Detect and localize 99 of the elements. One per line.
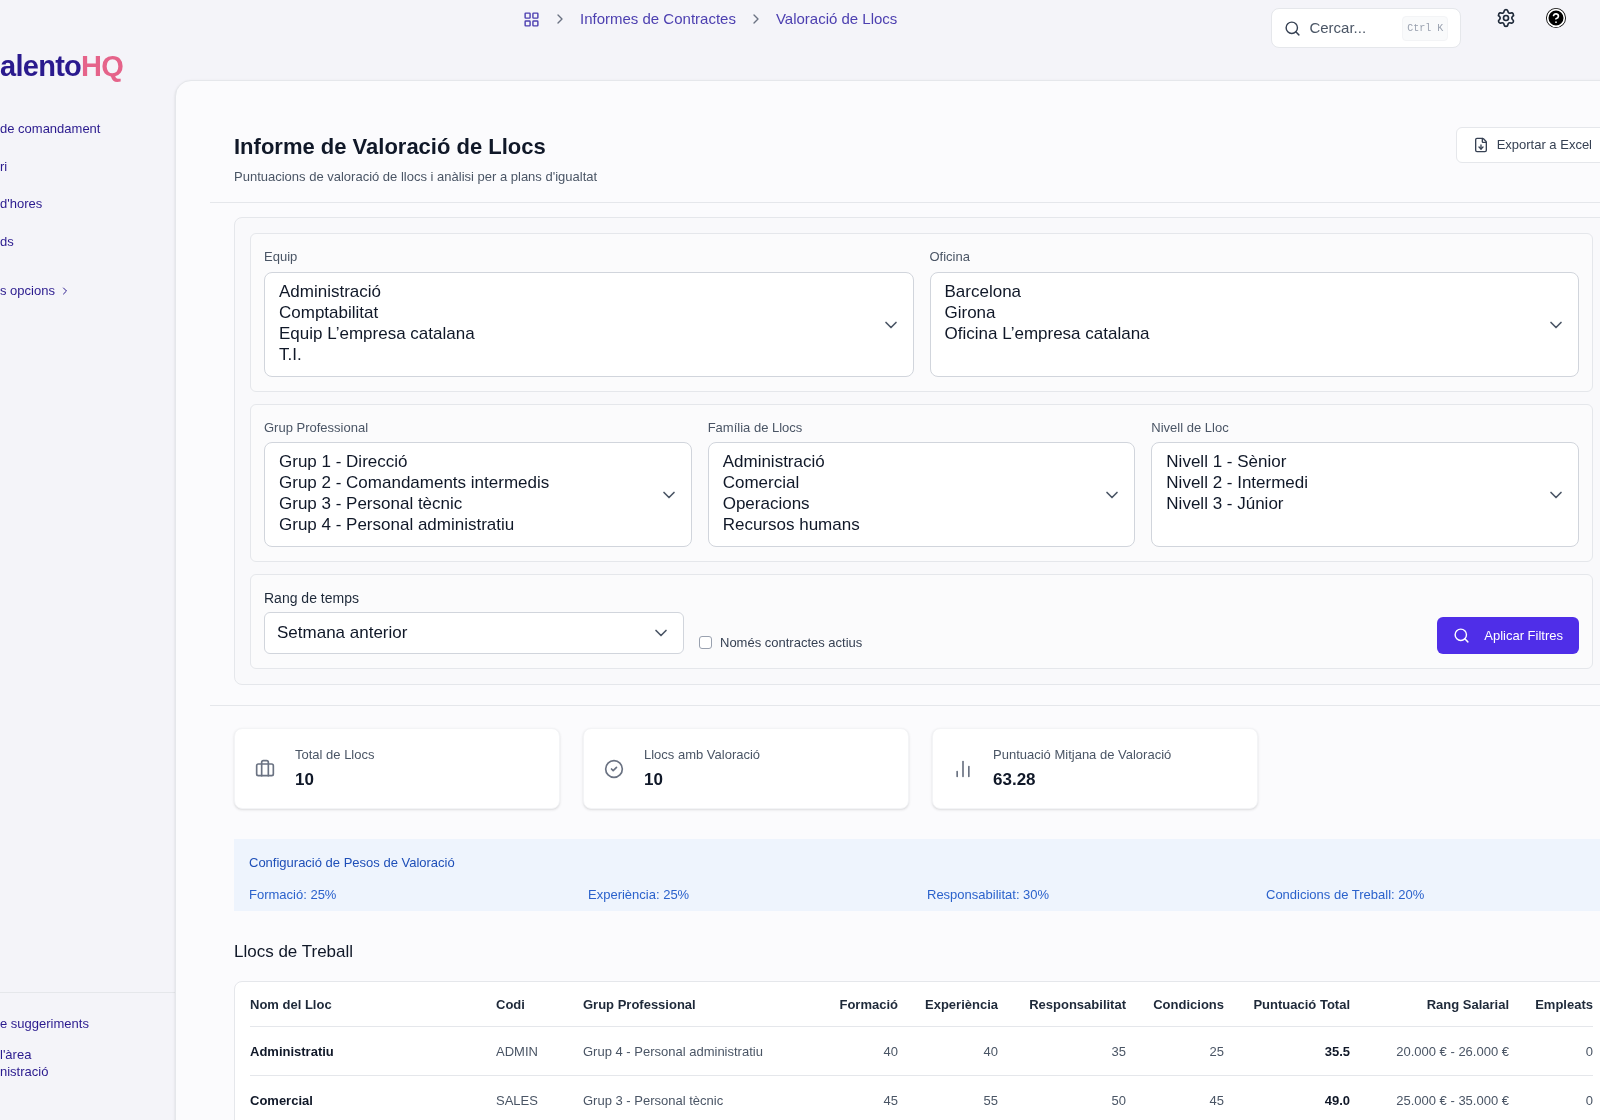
sidebar-item[interactable]: d'hores <box>0 194 43 214</box>
table-cell: 0 <box>1585 1043 1593 1059</box>
sidebar-item[interactable]: s opcions <box>0 281 71 301</box>
select-option[interactable]: Comptabilitat <box>279 301 379 323</box>
briefcase-icon <box>255 758 275 779</box>
table-cell: 20.000 € - 26.000 € <box>1396 1043 1509 1059</box>
table-cell: Grup 4 - Personal administratiu <box>583 1043 763 1059</box>
page-title: Informe de Valoració de Llocs <box>234 133 547 161</box>
table-cell: ADMIN <box>496 1043 538 1059</box>
select-option[interactable]: Administració <box>722 451 825 472</box>
table-cell: 50 <box>1111 1092 1126 1108</box>
breadcrumb-link[interactable]: Informes de Contractes <box>580 8 736 31</box>
export-button[interactable]: Exportar a Excel <box>1455 127 1600 163</box>
table-cell: 0 <box>1585 1092 1593 1108</box>
stat-value: 10 <box>295 769 315 791</box>
stat-value: 10 <box>644 769 664 791</box>
select-option[interactable]: Comercial <box>722 472 800 493</box>
select-option[interactable]: Grup 2 - Comandaments intermedis <box>279 472 550 493</box>
select-option[interactable]: Operacions <box>722 493 810 514</box>
select-option[interactable]: Administració <box>279 280 382 302</box>
weight-item: Responsabilitat: 30% <box>927 885 1050 904</box>
multi-select-field[interactable]: Grup 1 - Direcció Grup 2 - Comandaments intermedis Grup 3 - Personal tècnic Grup 4 - Personal administratiu <box>264 442 692 547</box>
select-option[interactable]: Nivell 2 - Intermedi <box>1166 472 1309 493</box>
stat-value: 63.28 <box>993 769 1037 791</box>
field-label: Equip <box>264 248 299 266</box>
field-label: Oficina <box>929 248 971 266</box>
table-cell: SALES <box>496 1092 538 1108</box>
settings-icon[interactable] <box>1496 8 1517 28</box>
multi-select-field[interactable]: Administració Comptabilitat Equip L’empresa catalana T.I. <box>264 271 914 377</box>
bar-chart-icon <box>953 758 973 779</box>
search-field[interactable]: Cercar... Ctrl K <box>1271 8 1462 48</box>
field-label: Nivell de Lloc <box>1151 418 1230 437</box>
help-icon[interactable] <box>1546 8 1567 28</box>
select-option[interactable]: T.I. <box>279 343 302 365</box>
column-header: Formació <box>839 996 898 1012</box>
table-cell: 25.000 € - 35.000 € <box>1396 1092 1509 1108</box>
table-cell: 40 <box>883 1043 898 1059</box>
weights-title: Configuració de Pesos de Valoració <box>249 854 455 872</box>
checkbox[interactable] <box>699 635 712 649</box>
table-cell: 35 <box>1111 1043 1126 1059</box>
column-header: Empleats <box>1535 996 1593 1012</box>
sidebar-link[interactable]: e suggeriments <box>0 1015 89 1032</box>
select-option[interactable]: Barcelona <box>944 280 1022 302</box>
weight-item: Formació: 25% <box>249 885 337 904</box>
file-download-icon <box>1472 137 1489 153</box>
select-option[interactable]: Recursos humans <box>722 514 860 535</box>
checkbox-label: Només contractes actius <box>720 633 863 652</box>
multi-select-field[interactable]: Barcelona Girona Oficina L’empresa catalana <box>929 271 1579 377</box>
select-option[interactable]: Oficina L’empresa catalana <box>944 322 1150 344</box>
select-option[interactable]: Nivell 1 - Sènior <box>1166 451 1287 472</box>
multi-select-field[interactable]: Nivell 1 - Sènior Nivell 2 - Intermedi Nivell 3 - Júnior <box>1151 442 1579 547</box>
column-header: Experiència <box>925 996 998 1012</box>
multi-select-field[interactable]: Administració Comercial Operacions Recursos humans <box>707 442 1136 547</box>
table-cell: Comercial <box>250 1092 313 1108</box>
time-range-select[interactable]: Setmana anterior <box>264 612 684 654</box>
column-header: Responsabilitat <box>1029 996 1126 1012</box>
column-header: Codi <box>496 996 525 1012</box>
logo: alentoHQ <box>0 52 125 81</box>
select-option[interactable]: Grup 3 - Personal tècnic <box>279 493 463 514</box>
table-cell: 25 <box>1209 1043 1224 1059</box>
sidebar-item[interactable]: ri <box>0 156 8 176</box>
select-option[interactable]: Equip L’empresa catalana <box>279 322 475 344</box>
check-circle-icon <box>604 758 624 779</box>
column-header: Rang Salarial <box>1426 996 1509 1012</box>
page-subtitle: Puntuacions de valoració de llocs i anàlisi per a plans d'igualtat <box>234 167 598 186</box>
table-cell: Administratiu <box>250 1043 334 1059</box>
field-label: Grup Professional <box>264 418 370 437</box>
weight-item: Condicions de Treball: 20% <box>1266 885 1425 904</box>
column-header: Nom del Lloc <box>250 996 332 1012</box>
apply-filters-button[interactable]: Aplicar Filtres <box>1437 617 1579 654</box>
sidebar-item[interactable]: de comandament <box>0 119 101 139</box>
field-label: Família de Llocs <box>707 418 804 437</box>
select-option[interactable]: Grup 4 - Personal administratiu <box>279 514 515 535</box>
stat-label: Llocs amb Valoració <box>644 745 761 764</box>
apps-icon[interactable] <box>523 10 540 28</box>
shortcut-key: Ctrl K <box>1402 15 1449 41</box>
sidebar-link[interactable]: l'àrea nistració <box>0 1046 49 1080</box>
select-option[interactable]: Girona <box>944 301 996 323</box>
search-icon <box>1453 627 1471 644</box>
table-cell: 45 <box>1209 1092 1224 1108</box>
field-label: Rang de temps <box>264 589 360 608</box>
table-cell: 40 <box>983 1043 998 1059</box>
table-cell: 45 <box>883 1092 898 1108</box>
column-header: Condicions <box>1153 996 1224 1012</box>
select-option[interactable]: Nivell 3 - Júnior <box>1166 493 1284 514</box>
sidebar-item[interactable]: ds <box>0 231 14 251</box>
stat-label: Puntuació Mitjana de Valoració <box>993 745 1172 764</box>
table-cell: 35.5 <box>1324 1043 1350 1059</box>
select-option[interactable]: Grup 1 - Direcció <box>279 451 408 472</box>
search-icon <box>1284 19 1302 37</box>
section-title: Llocs de Treball <box>234 941 354 963</box>
column-header: Puntuació Total <box>1253 996 1350 1012</box>
table-cell: 55 <box>983 1092 998 1108</box>
table-cell: Grup 3 - Personal tècnic <box>583 1092 724 1108</box>
table-cell: 49.0 <box>1324 1092 1350 1108</box>
breadcrumb-link[interactable]: Valoració de Llocs <box>775 8 898 31</box>
column-header: Grup Professional <box>583 996 696 1012</box>
stat-label: Total de Llocs <box>295 745 375 764</box>
weight-item: Experiència: 25% <box>588 885 690 904</box>
